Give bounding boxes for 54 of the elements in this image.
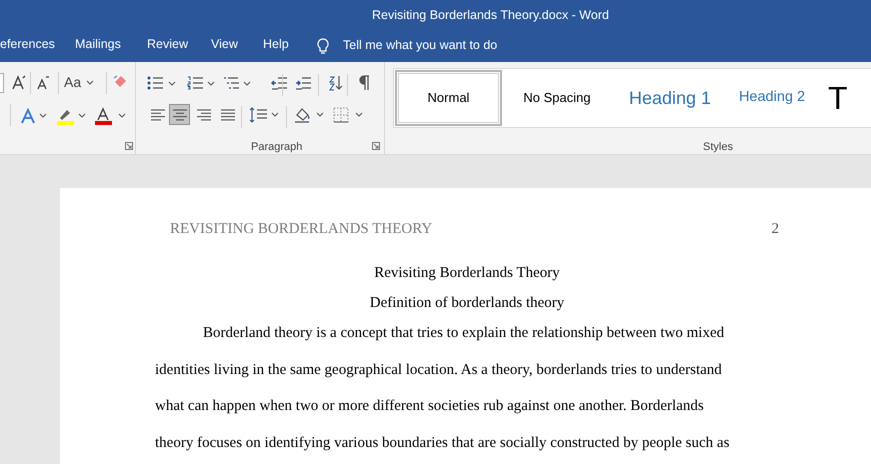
- caret-icon[interactable]: [207, 80, 215, 88]
- paint-bucket-icon[interactable]: [294, 107, 312, 123]
- alignment-icon: [196, 108, 210, 121]
- menu-tab[interactable]: eferences: [0, 38, 55, 50]
- caret-icon[interactable]: [78, 112, 86, 120]
- caret-icon[interactable]: [39, 112, 47, 120]
- style-item[interactable]: Heading 2: [728, 70, 816, 126]
- group-label: Paragraph: [251, 140, 302, 155]
- menu-tab[interactable]: View: [211, 38, 238, 50]
- menu-tab[interactable]: Review: [147, 38, 188, 50]
- alignment-icon: [220, 108, 234, 121]
- pilcrow-icon[interactable]: [359, 75, 371, 91]
- highlighter-icon[interactable]: [56, 107, 74, 125]
- lightbulb-icon[interactable]: [316, 38, 330, 56]
- grow-font-icon[interactable]: [12, 74, 26, 90]
- style-item[interactable]: Normal: [395, 70, 502, 126]
- document-heading: Definition of borderlands theory: [370, 295, 564, 311]
- alignment-icon: [150, 108, 164, 121]
- style-item[interactable]: No Spacing: [502, 70, 612, 126]
- align-center-button[interactable]: [169, 104, 190, 125]
- caret-icon[interactable]: [168, 80, 176, 88]
- group-label: Styles: [703, 140, 733, 155]
- caret-icon[interactable]: [355, 111, 363, 119]
- numbering-icon[interactable]: [187, 76, 203, 90]
- document-title: Revisiting Borderlands Theory: [374, 265, 560, 281]
- style-item[interactable]: Heading 1: [612, 70, 728, 126]
- menu-tab[interactable]: Mailings: [75, 38, 121, 50]
- caret-icon[interactable]: [243, 80, 251, 88]
- sort-icon[interactable]: [328, 75, 344, 91]
- font-color-icon[interactable]: [94, 107, 112, 125]
- borders-icon[interactable]: [333, 107, 349, 123]
- style-item[interactable]: T: [816, 70, 871, 126]
- decrease-indent-icon[interactable]: [271, 76, 287, 90]
- text-effects-icon[interactable]: [20, 108, 36, 124]
- dialog-launcher-icon[interactable]: [125, 142, 133, 150]
- caret-icon[interactable]: [118, 112, 126, 120]
- line-spacing-icon[interactable]: [249, 107, 267, 123]
- body-paragraph: Borderland theory is a concept that tries to explain the relationship between two mixed identities living in the same geographical location. As a theory, borderlands tries to understand what can happen when two or more different societies rub against one another. Borderlands theory focuses on identifying various boundaries that are socially constructed by people such as: [155, 324, 730, 452]
- alignment-icon: [172, 108, 186, 121]
- shrink-font-icon[interactable]: [36, 74, 50, 90]
- bullets-icon[interactable]: [147, 76, 163, 90]
- font-size-field[interactable]: [0, 73, 4, 93]
- change-case-button[interactable]: Aa: [64, 75, 82, 89]
- menu-tab[interactable]: Help: [263, 38, 289, 50]
- multilevel-list-icon[interactable]: [223, 76, 239, 90]
- caret-icon[interactable]: [271, 111, 279, 119]
- page-header: REVISITING BORDERLANDS THEORY: [170, 220, 432, 239]
- caret-icon[interactable]: [86, 79, 94, 87]
- increase-indent-icon[interactable]: [295, 76, 311, 90]
- search-field[interactable]: Tell me what you want to do: [343, 39, 498, 52]
- caret-icon[interactable]: [316, 111, 324, 119]
- dialog-launcher-icon[interactable]: [372, 142, 380, 150]
- page-number: 2: [772, 220, 779, 239]
- window-title: Revisiting Borderlands Theory.docx - Word: [372, 6, 609, 24]
